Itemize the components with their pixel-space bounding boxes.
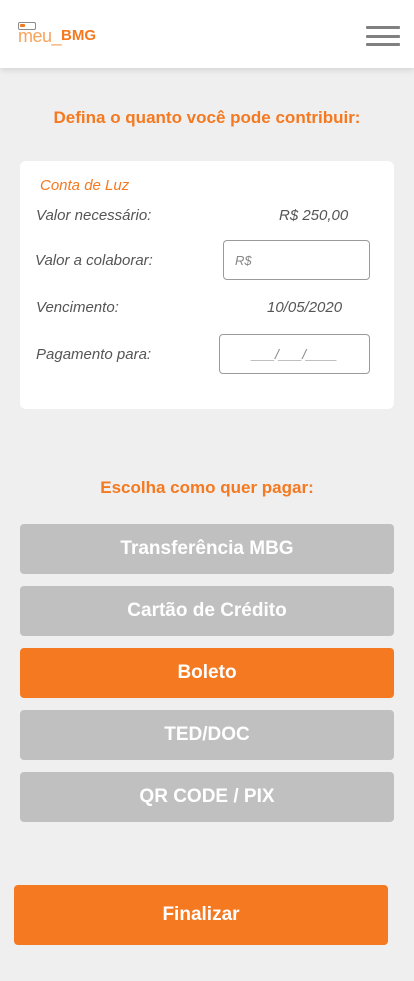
app-logo[interactable]: meu_ BMG [18,22,96,46]
collab-value-input[interactable] [223,240,370,280]
hamburger-menu-icon[interactable] [366,26,400,46]
due-date-label: Vencimento: [36,299,119,316]
payment-option-qr-pix[interactable]: QR CODE / PIX [20,772,394,822]
menu-line [366,26,400,29]
bill-name: Conta de Luz [40,177,130,194]
payment-option-ted-doc[interactable]: TED/DOC [20,710,394,760]
payment-option-transfer[interactable]: Transferência MBG [20,524,394,574]
menu-line [366,43,400,46]
required-value-label: Valor necessário: [36,207,152,224]
app-header: meu_ BMG [0,0,414,68]
finish-button[interactable]: Finalizar [14,885,388,945]
contribution-title: Defina o quanto você pode contribuir: [53,108,361,127]
payment-date-label: Pagamento para: [36,346,152,363]
logo-text-bmg: BMG [61,27,97,44]
payment-option-credit-card[interactable]: Cartão de Crédito [20,586,394,636]
bill-card: Conta de Luz Valor necessário: R$ 250,00… [20,161,394,409]
collab-value-label: Valor a colaborar: [35,252,153,269]
logo-card-icon [18,22,36,30]
payment-method-title: Escolha como quer pagar: [100,478,314,497]
menu-line [366,34,400,38]
required-value: R$ 250,00 [279,207,349,224]
payment-date-input[interactable] [219,334,370,374]
payment-option-boleto[interactable]: Boleto [20,648,394,698]
due-date-value: 10/05/2020 [267,299,343,316]
